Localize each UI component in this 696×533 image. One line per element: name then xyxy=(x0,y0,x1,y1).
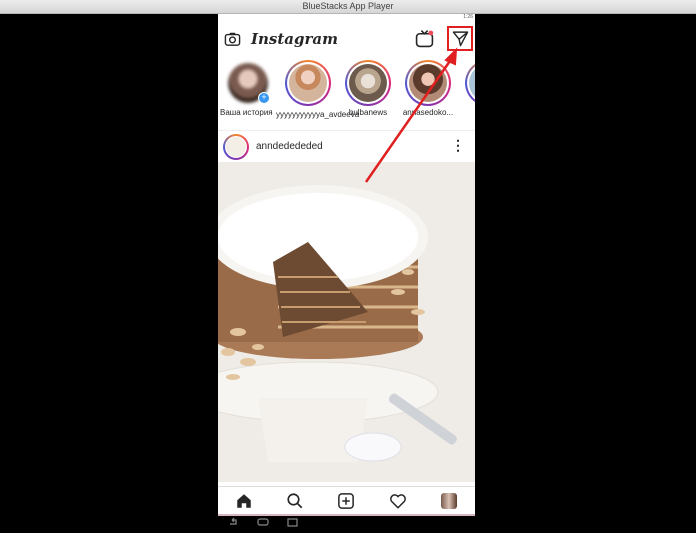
instagram-logo: Instagram xyxy=(251,30,338,48)
post-username[interactable]: anndedededed xyxy=(256,141,323,152)
avatar xyxy=(349,64,387,102)
stories-tray: + Ваша история bulbanews annasedoko... y… xyxy=(218,60,475,126)
more-options-icon[interactable]: ⋮ xyxy=(451,137,465,154)
new-post-icon xyxy=(338,492,355,509)
post-header: anndedededed ⋮ xyxy=(218,130,475,160)
nav-activity[interactable] xyxy=(387,490,409,512)
status-time: 1:26 xyxy=(463,14,473,20)
nav-search[interactable] xyxy=(284,490,306,512)
camera-icon[interactable] xyxy=(224,31,241,48)
search-icon xyxy=(287,492,303,508)
story-own[interactable]: + Ваша история xyxy=(220,60,274,117)
story-item[interactable]: bulbanews xyxy=(342,60,394,117)
phone-screen: 1:26 Instagram + Ваша история bulbanews … xyxy=(218,14,475,514)
activity-icon xyxy=(389,493,406,509)
post-image[interactable] xyxy=(218,162,475,482)
story-item[interactable] xyxy=(462,60,475,106)
avatar xyxy=(289,64,327,102)
home-icon xyxy=(236,493,251,508)
app-header: Instagram xyxy=(218,22,475,56)
story-item[interactable]: annasedoko... xyxy=(402,60,454,117)
nav-home[interactable] xyxy=(233,490,255,512)
cake-photo xyxy=(218,162,475,482)
android-navigation-bar xyxy=(218,514,475,528)
window-titlebar: BlueStacks App Player xyxy=(0,0,696,14)
story-label: yyyyyyyyyyya_avdeeva xyxy=(276,110,360,119)
system-nav-icons xyxy=(230,517,298,527)
add-story-icon: + xyxy=(258,92,270,104)
profile-icon xyxy=(441,492,458,509)
bottom-navigation xyxy=(218,486,475,514)
window-title: BlueStacks App Player xyxy=(302,1,394,11)
igtv-icon[interactable] xyxy=(415,29,434,48)
avatar xyxy=(409,64,447,102)
post-avatar[interactable] xyxy=(223,134,249,160)
nav-profile[interactable] xyxy=(438,490,460,512)
direct-message-button[interactable] xyxy=(447,26,473,51)
direct-message-icon xyxy=(452,31,468,47)
story-item[interactable] xyxy=(282,60,334,106)
nav-new-post[interactable] xyxy=(335,490,357,512)
avatar xyxy=(469,64,475,102)
story-label: annasedoko... xyxy=(402,108,454,117)
